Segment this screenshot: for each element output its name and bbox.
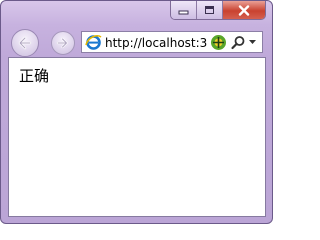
forward-button[interactable] bbox=[51, 31, 75, 55]
internet-explorer-icon bbox=[85, 35, 102, 50]
browser-window: http://localhost:3 正确 bbox=[0, 0, 273, 224]
close-button[interactable] bbox=[223, 1, 265, 19]
page-content: 正确 bbox=[8, 57, 266, 217]
forward-arrow-icon bbox=[56, 37, 68, 49]
close-icon bbox=[238, 4, 250, 16]
minimize-icon bbox=[178, 10, 189, 15]
chevron-down-icon[interactable] bbox=[248, 38, 257, 46]
back-arrow-icon bbox=[18, 36, 32, 50]
title-bar bbox=[1, 1, 272, 25]
maximize-icon bbox=[205, 6, 214, 14]
back-button[interactable] bbox=[11, 29, 39, 57]
navigation-bar: http://localhost:3 bbox=[1, 25, 272, 57]
page-text: 正确 bbox=[19, 67, 50, 85]
compatibility-view-icon[interactable] bbox=[210, 34, 227, 51]
maximize-button[interactable] bbox=[197, 1, 223, 19]
minimize-button[interactable] bbox=[171, 1, 197, 19]
url-text[interactable]: http://localhost:3 bbox=[105, 35, 210, 51]
window-controls bbox=[170, 1, 266, 20]
search-icon[interactable] bbox=[230, 35, 246, 50]
address-bar[interactable]: http://localhost:3 bbox=[81, 31, 263, 53]
